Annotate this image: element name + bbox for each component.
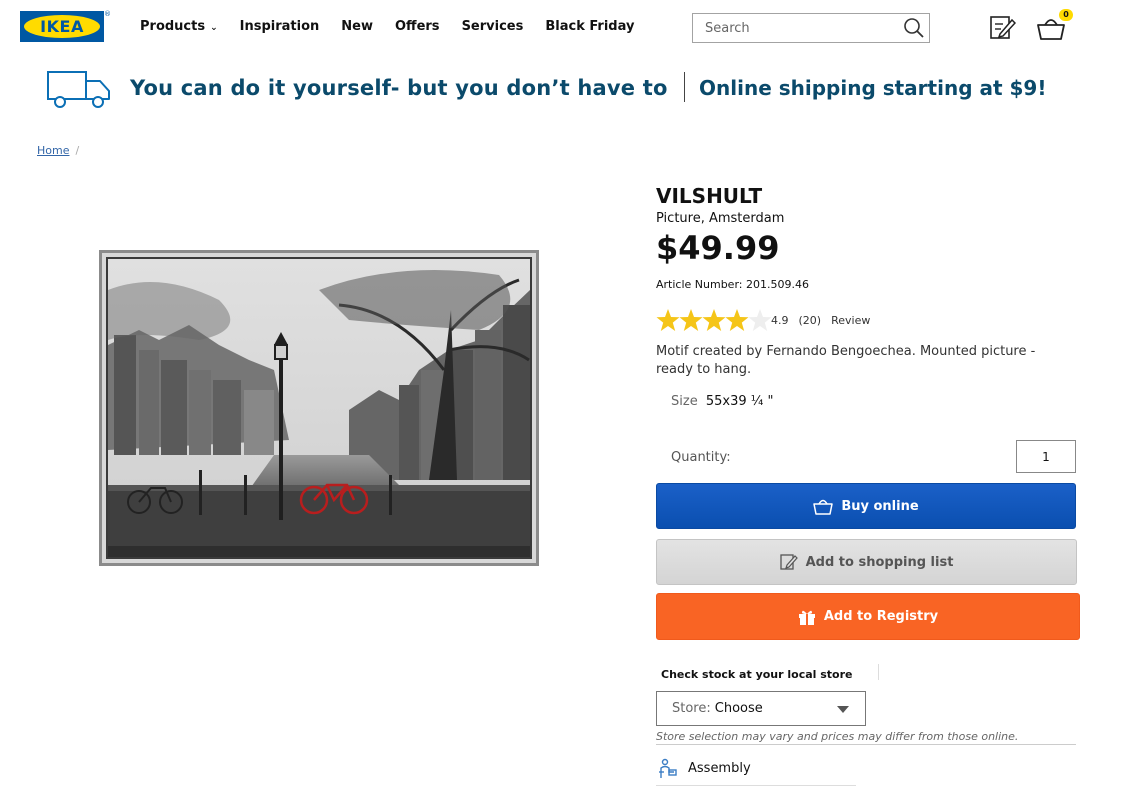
star-empty-icon bbox=[748, 309, 772, 331]
cart-count-badge: 0 bbox=[1059, 9, 1073, 21]
product-description: Picture, Amsterdam bbox=[656, 211, 785, 226]
ikea-logo[interactable]: IKEA bbox=[20, 11, 104, 42]
size-label: Size bbox=[671, 394, 698, 409]
caret-down-icon bbox=[837, 706, 849, 713]
assembly-label: Assembly bbox=[688, 761, 751, 776]
stock-divider bbox=[878, 664, 879, 680]
breadcrumb-home-link[interactable]: Home bbox=[37, 144, 69, 157]
banner-divider bbox=[684, 72, 685, 102]
nav-inspiration[interactable]: Inspiration bbox=[240, 19, 320, 34]
chevron-down-icon: ⌄ bbox=[210, 22, 218, 33]
nav-offers[interactable]: Offers bbox=[395, 19, 440, 34]
truck-icon bbox=[47, 71, 110, 108]
logo-oval: IKEA bbox=[24, 15, 100, 38]
assembly-icon bbox=[659, 758, 677, 778]
banner-right-text: Online shipping starting at $9! bbox=[699, 76, 1047, 100]
store-value: Choose bbox=[714, 701, 763, 716]
star-filled-icon bbox=[725, 309, 749, 331]
logo-text: IKEA bbox=[40, 17, 84, 36]
size-value: 55x39 ¼ " bbox=[705, 394, 774, 409]
nav-products-label: Products bbox=[140, 19, 206, 34]
nav-new[interactable]: New bbox=[341, 19, 373, 34]
star-filled-icon bbox=[702, 309, 726, 331]
rating-count: (20) bbox=[798, 313, 822, 327]
breadcrumb: Home / bbox=[37, 144, 79, 157]
product-name: VILSHULT bbox=[656, 184, 763, 208]
review-link[interactable]: Review bbox=[831, 314, 870, 327]
add-to-registry-label: Add to Registry bbox=[823, 609, 939, 624]
star-filled-icon bbox=[679, 309, 703, 331]
product-motif-description: Motif created by Fernando Bengoechea. Mo… bbox=[656, 344, 1036, 377]
header: IKEA ® Products ⌄ Inspiration New Offers… bbox=[0, 0, 1125, 56]
product-price: $49.99 bbox=[656, 229, 780, 267]
add-to-shopping-list-button[interactable]: Add to shopping list bbox=[656, 539, 1077, 585]
banner-left-text: You can do it yourself- but you don’t ha… bbox=[130, 76, 668, 100]
main-nav: Products ⌄ Inspiration New Offers Servic… bbox=[140, 19, 656, 34]
nav-products[interactable]: Products ⌄ bbox=[140, 19, 218, 34]
article-number: Article Number: 201.509.46 bbox=[656, 278, 809, 291]
quantity-label: Quantity: bbox=[671, 450, 731, 465]
product-rating[interactable]: 4.9 (20) Review bbox=[656, 308, 870, 332]
star-filled-icon bbox=[656, 309, 680, 331]
rating-stars bbox=[656, 308, 772, 332]
search-box bbox=[692, 13, 930, 43]
store-label: Store: bbox=[672, 701, 711, 716]
assembly-link[interactable]: Assembly bbox=[656, 752, 856, 786]
rating-score: 4.9 bbox=[771, 313, 789, 327]
buy-online-button[interactable]: Buy online bbox=[656, 483, 1076, 529]
buy-online-label: Buy online bbox=[841, 498, 919, 514]
check-stock-title: Check stock at your local store bbox=[661, 668, 853, 681]
search-input[interactable] bbox=[693, 14, 893, 42]
nav-black-friday[interactable]: Black Friday bbox=[545, 19, 634, 34]
quantity-input[interactable] bbox=[1016, 440, 1076, 473]
promo-banner[interactable]: You can do it yourself- but you don’t ha… bbox=[0, 64, 1125, 116]
gift-icon bbox=[798, 610, 815, 625]
store-selection-note: Store selection may vary and prices may … bbox=[656, 730, 1019, 743]
cart-icon bbox=[813, 499, 834, 515]
shopping-list-icon bbox=[779, 554, 798, 570]
nav-services[interactable]: Services bbox=[462, 19, 524, 34]
store-select[interactable]: Store: Choose bbox=[656, 691, 866, 726]
divider bbox=[656, 744, 1076, 745]
add-to-shopping-list-label: Add to shopping list bbox=[805, 554, 954, 570]
search-icon[interactable] bbox=[903, 17, 925, 39]
size-row: Size 55x39 ¼ " bbox=[671, 394, 773, 409]
product-image[interactable] bbox=[99, 250, 539, 566]
breadcrumb-separator: / bbox=[75, 144, 80, 157]
add-to-registry-button[interactable]: Add to Registry bbox=[656, 593, 1080, 640]
shopping-list-icon[interactable] bbox=[988, 13, 1016, 41]
logo-registered-mark: ® bbox=[104, 10, 111, 18]
